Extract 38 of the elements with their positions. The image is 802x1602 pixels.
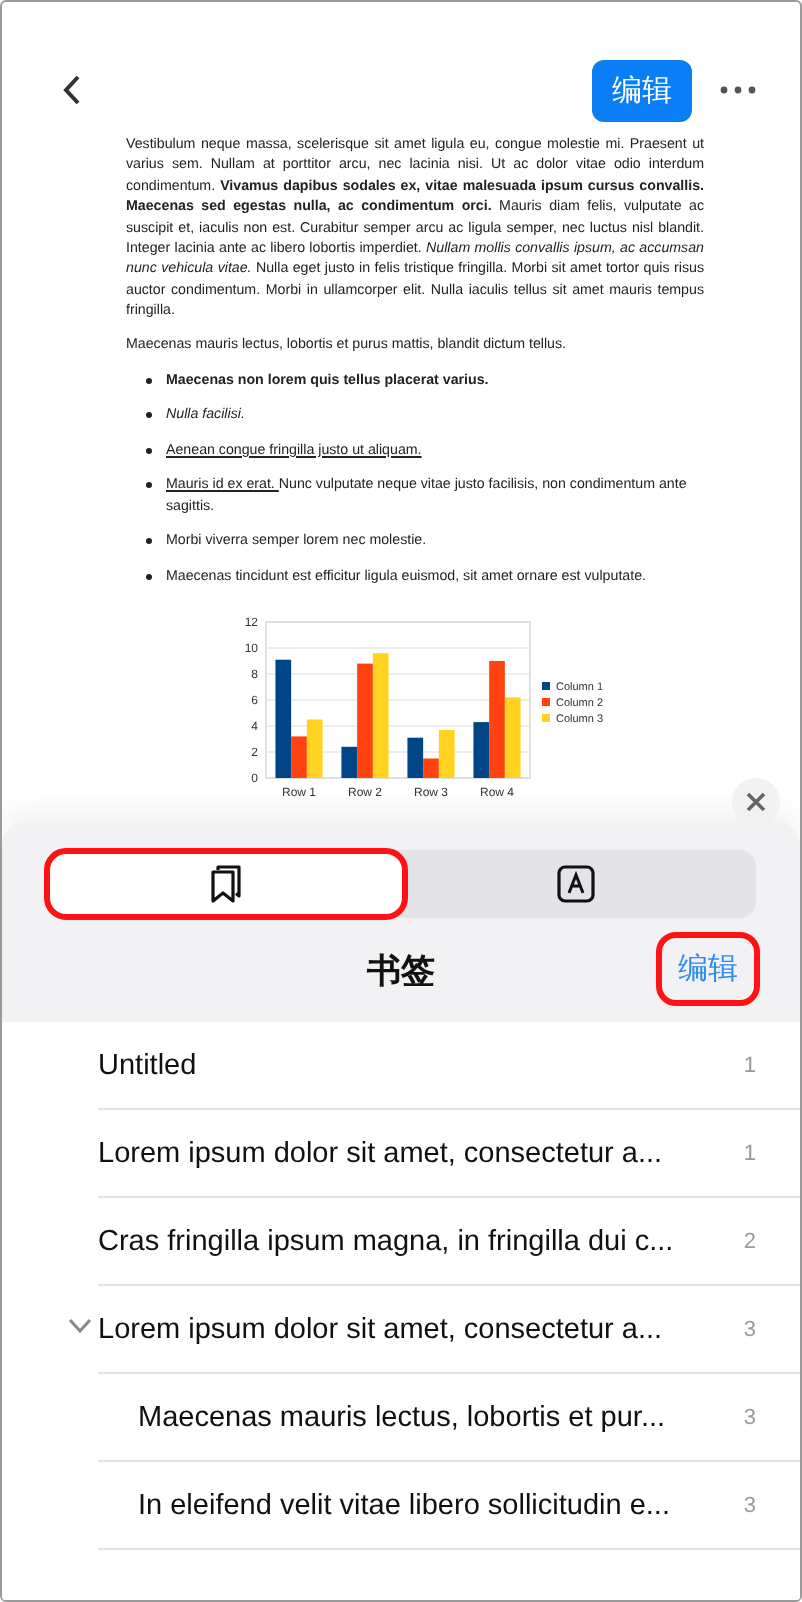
edit-button[interactable]: 编辑 xyxy=(592,59,692,121)
page-number: 1 xyxy=(743,1141,756,1165)
bookmark-row[interactable]: Maecenas mauris lectus, lobortis et pur... 3 xyxy=(98,1374,800,1462)
bookmark-row[interactable]: Lorem ipsum dolor sit amet, consectetur a... 1 xyxy=(98,1110,800,1198)
bookmark-title: In eleifend velit vitae libero sollicitudin e... xyxy=(138,1489,672,1521)
bookmark-row[interactable]: Untitled 1 xyxy=(98,1022,800,1110)
legend-swatch xyxy=(542,713,550,722)
legend-swatch xyxy=(542,681,550,690)
tab[interactable] xyxy=(44,848,407,920)
bookmark-title: Untitled xyxy=(98,1049,199,1081)
page-number: 2 xyxy=(743,1229,756,1253)
bookmark-title: Cras fringilla ipsum magna, in fringilla dui c... xyxy=(98,1225,676,1257)
bookmark-title: Maecenas mauris lectus, lobortis et pur... xyxy=(138,1401,668,1433)
bookmark-row[interactable]: Cras fringilla ipsum magna, in fringilla dui c... 2 xyxy=(98,1198,800,1286)
bookmark-row[interactable]: Lorem ipsum dolor sit amet, consectetur a... 3 xyxy=(98,1286,800,1374)
page-number: 3 xyxy=(743,1405,756,1429)
close-button[interactable] xyxy=(732,778,780,826)
back-icon[interactable] xyxy=(62,74,82,106)
close-icon xyxy=(746,792,766,812)
bullet-icon xyxy=(146,482,152,489)
bookmark-row[interactable]: In eleifend velit vitae libero sollicitudin e... 3 xyxy=(98,1462,800,1550)
legend-swatch xyxy=(542,697,550,706)
sheet-title: 书签 xyxy=(367,949,435,993)
bookmark-title: Lorem ipsum dolor sit amet, consectetur a... xyxy=(98,1137,665,1169)
page-number: 1 xyxy=(743,1053,756,1077)
letter-box-icon xyxy=(556,864,597,904)
bullet-icon xyxy=(146,412,152,419)
bar xyxy=(306,719,323,778)
bullet-icon xyxy=(146,378,152,385)
more-icon[interactable] xyxy=(720,86,756,94)
page-number: 3 xyxy=(743,1493,756,1517)
bookmark-title: Lorem ipsum dolor sit amet, consectetur a... xyxy=(98,1313,665,1345)
bullet-icon xyxy=(146,447,152,454)
bookmarks-icon xyxy=(209,864,242,904)
page-number: 3 xyxy=(743,1317,756,1341)
bullet-icon xyxy=(146,573,152,579)
chevron-down-icon[interactable] xyxy=(68,1318,92,1334)
bullet-icon xyxy=(146,538,152,545)
